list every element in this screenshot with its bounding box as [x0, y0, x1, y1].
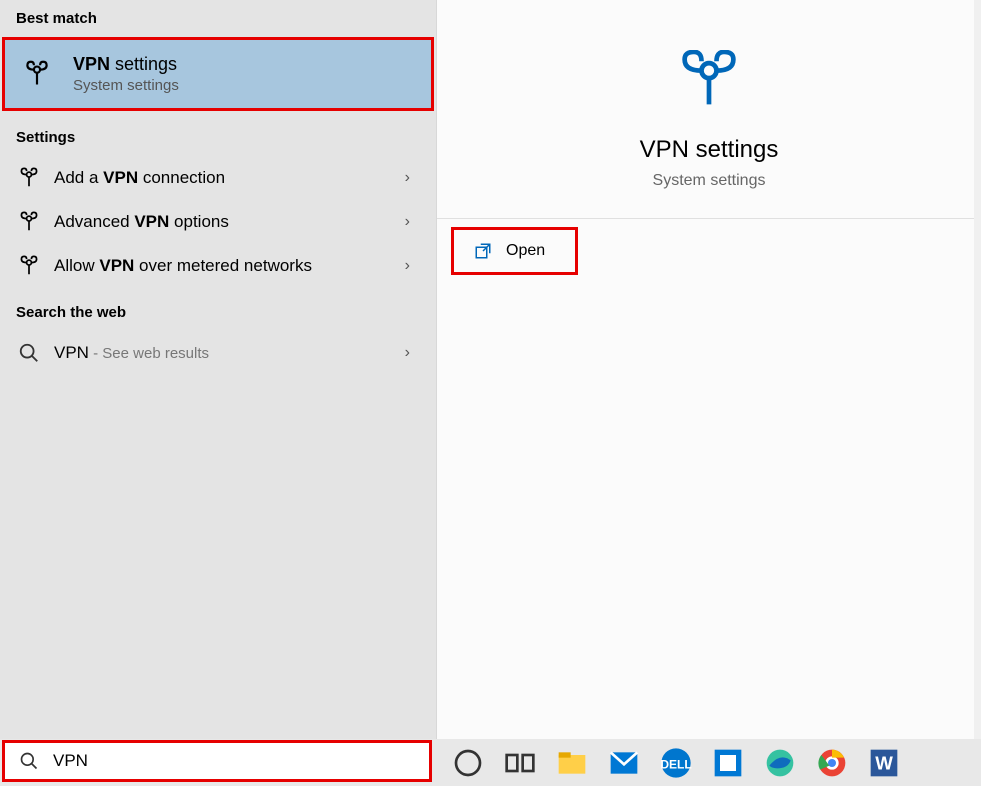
chevron-right-icon: › [405, 169, 410, 187]
vpn-icon [18, 211, 40, 233]
best-match-header: Best match [0, 2, 436, 37]
chrome-icon[interactable] [816, 747, 848, 779]
task-view-icon[interactable] [504, 747, 536, 779]
taskbar: DELL W [0, 739, 981, 786]
search-icon [18, 342, 40, 364]
search-results-panel: Best match VPN settings System settings … [0, 0, 437, 739]
web-search-result[interactable]: VPN - See web results › [0, 331, 436, 375]
settings-header: Settings [0, 113, 436, 156]
best-match-title: VPN settings [73, 54, 179, 75]
search-icon [19, 751, 39, 771]
best-match-subtitle: System settings [73, 77, 179, 94]
settings-item-add-vpn[interactable]: Add a VPN connection › [0, 156, 436, 200]
best-match-result[interactable]: VPN settings System settings [2, 37, 434, 111]
settings-item-advanced-vpn[interactable]: Advanced VPN options › [0, 200, 436, 244]
open-button[interactable]: Open [451, 227, 578, 275]
scrollbar[interactable] [974, 0, 981, 739]
svg-text:DELL: DELL [660, 757, 691, 771]
search-input[interactable] [53, 751, 415, 771]
chevron-right-icon: › [405, 344, 410, 362]
preview-subtitle: System settings [457, 172, 961, 190]
web-header: Search the web [0, 288, 436, 331]
vpn-icon [23, 60, 51, 88]
dell-icon[interactable]: DELL [660, 747, 692, 779]
svg-text:W: W [875, 752, 893, 773]
word-icon[interactable]: W [868, 747, 900, 779]
chevron-right-icon: › [405, 257, 410, 275]
settings-item-label: Add a VPN connection [54, 168, 225, 188]
mail-icon[interactable] [608, 747, 640, 779]
chevron-right-icon: › [405, 213, 410, 231]
settings-item-label: Allow VPN over metered networks [54, 256, 312, 276]
settings-item-vpn-metered[interactable]: Allow VPN over metered networks › [0, 244, 436, 288]
preview-title: VPN settings [457, 136, 961, 164]
cortana-icon[interactable] [452, 747, 484, 779]
search-box[interactable] [2, 740, 432, 782]
file-explorer-icon[interactable] [556, 747, 588, 779]
web-item-label: VPN - See web results [54, 343, 209, 363]
preview-panel: VPN settings System settings Open [437, 0, 981, 739]
open-icon [474, 242, 492, 260]
vpn-icon [18, 255, 40, 277]
vpn-icon [679, 50, 739, 110]
open-label: Open [506, 242, 545, 260]
edge-icon[interactable] [764, 747, 796, 779]
vpn-icon [18, 167, 40, 189]
app-icon[interactable] [712, 747, 744, 779]
settings-item-label: Advanced VPN options [54, 212, 229, 232]
